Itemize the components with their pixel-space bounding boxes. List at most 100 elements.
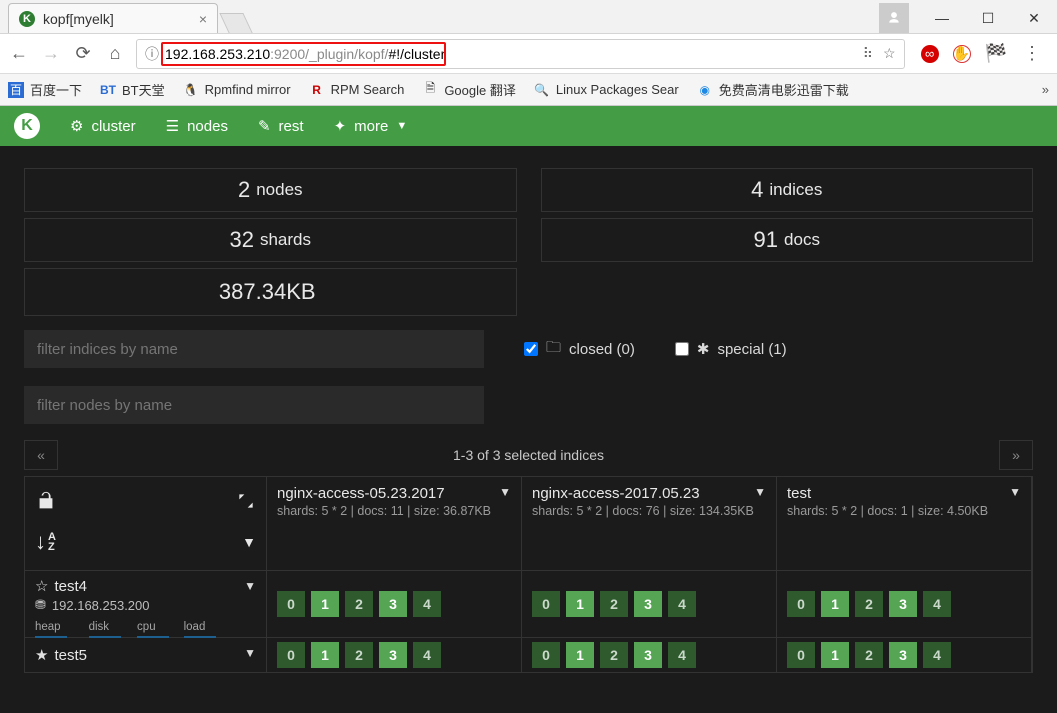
- window-maximize[interactable]: ☐: [965, 3, 1011, 33]
- hdd-icon: ⛃: [35, 597, 46, 613]
- special-checkbox-input[interactable]: [675, 342, 689, 356]
- shard-badge[interactable]: 0: [787, 642, 815, 668]
- shard-badge[interactable]: 2: [855, 642, 883, 668]
- shard-badge[interactable]: 3: [379, 591, 407, 617]
- shard-badge[interactable]: 2: [855, 591, 883, 617]
- chevron-down-icon[interactable]: ▼: [244, 646, 256, 660]
- shard-badge[interactable]: 2: [600, 591, 628, 617]
- nav-home-icon[interactable]: ⌂: [104, 43, 126, 64]
- sort-az-icon[interactable]: ↓AZ: [35, 529, 56, 555]
- metric-heap: heap: [35, 621, 61, 633]
- stat-docs: 91docs: [541, 218, 1034, 262]
- kopf-logo-icon[interactable]: K: [14, 113, 40, 139]
- chevron-down-icon[interactable]: ▼: [244, 579, 256, 593]
- chevron-down-icon: ▼: [396, 120, 407, 132]
- tab-title: kopf[myelk]: [43, 11, 114, 27]
- pager-prev[interactable]: «: [24, 440, 58, 470]
- shard-badge[interactable]: 2: [600, 642, 628, 668]
- pencil-icon: ✎: [258, 117, 271, 135]
- stat-indices: 4indices: [541, 168, 1034, 212]
- shard-badge[interactable]: 4: [413, 642, 441, 668]
- shard-badge[interactable]: 1: [566, 591, 594, 617]
- index-header[interactable]: test shards: 5 * 2 | docs: 1 | size: 4.5…: [777, 477, 1032, 571]
- url-hash: #!/cluster: [388, 46, 445, 62]
- shard-badge[interactable]: 3: [379, 642, 407, 668]
- ext-flag-icon[interactable]: 🏁: [985, 43, 1007, 64]
- nav-rest[interactable]: ✎rest: [258, 117, 304, 135]
- closed-checkbox[interactable]: 🗀closed (0): [524, 337, 635, 362]
- shard-badge[interactable]: 0: [277, 642, 305, 668]
- shard-badge[interactable]: 0: [532, 591, 560, 617]
- nav-forward-icon[interactable]: →: [40, 43, 62, 64]
- pager-next[interactable]: »: [999, 440, 1033, 470]
- shard-badge[interactable]: 1: [821, 642, 849, 668]
- indices-grid: ↓AZ ▼ nginx-access-05.23.2017 shards: 5 …: [24, 476, 1033, 673]
- index-header[interactable]: nginx-access-05.23.2017 shards: 5 * 2 | …: [267, 477, 522, 571]
- nav-cluster[interactable]: ⚙cluster: [70, 117, 136, 135]
- node-cell[interactable]: ★test5 ▼: [25, 638, 267, 672]
- metric-disk: disk: [89, 621, 109, 633]
- shard-badge[interactable]: 3: [889, 642, 917, 668]
- shard-badge[interactable]: 0: [532, 642, 560, 668]
- bookmark-item[interactable]: 🔍Linux Packages Sear: [534, 82, 679, 98]
- nav-more[interactable]: ✦more▼: [334, 117, 408, 135]
- bookmark-item[interactable]: RRPM Search: [309, 82, 405, 98]
- shard-badge[interactable]: 4: [923, 591, 951, 617]
- node-cell[interactable]: ☆test4 ⛃192.168.253.200 ▼ heap disk cpu …: [25, 571, 267, 637]
- shard-badge[interactable]: 2: [345, 642, 373, 668]
- closed-checkbox-input[interactable]: [524, 342, 538, 356]
- shard-badge[interactable]: 3: [634, 642, 662, 668]
- window-minimize[interactable]: —: [919, 3, 965, 33]
- shard-badge[interactable]: 1: [821, 591, 849, 617]
- bookmarks-overflow-icon[interactable]: »: [1042, 82, 1049, 97]
- shard-badge[interactable]: 4: [923, 642, 951, 668]
- shard-cell: 01234: [522, 638, 777, 672]
- shard-badge[interactable]: 1: [311, 591, 339, 617]
- ext-ublock-icon[interactable]: ✋: [953, 45, 971, 63]
- chevron-down-icon[interactable]: ▼: [754, 485, 766, 499]
- user-icon[interactable]: [879, 3, 909, 33]
- shard-badge[interactable]: 0: [787, 591, 815, 617]
- bookmark-item[interactable]: 百百度一下: [8, 80, 82, 99]
- magic-icon: ✦: [334, 117, 347, 135]
- shard-badge[interactable]: 1: [566, 642, 594, 668]
- nav-reload-icon[interactable]: ⟳: [72, 43, 94, 64]
- site-info-icon[interactable]: ⓘ: [145, 44, 159, 64]
- shard-badge[interactable]: 2: [345, 591, 373, 617]
- translate-icon[interactable]: ⠷: [863, 45, 873, 62]
- shard-badge[interactable]: 4: [413, 591, 441, 617]
- shard-badge[interactable]: 0: [277, 591, 305, 617]
- star-outline-icon: ☆: [35, 577, 48, 595]
- new-tab-button[interactable]: [219, 13, 252, 33]
- shard-cell: 01234: [267, 638, 522, 672]
- nav-nodes[interactable]: ☰nodes: [166, 117, 228, 135]
- shard-badge[interactable]: 4: [668, 642, 696, 668]
- shard-badge[interactable]: 4: [668, 591, 696, 617]
- window-close[interactable]: ✕: [1011, 3, 1057, 33]
- browser-tab[interactable]: K kopf[myelk] ×: [8, 3, 218, 33]
- list-icon: ☰: [166, 117, 179, 135]
- filter-indices-input[interactable]: [24, 330, 484, 368]
- index-header[interactable]: nginx-access-2017.05.23 shards: 5 * 2 | …: [522, 477, 777, 571]
- special-checkbox[interactable]: ✱special (1): [675, 340, 787, 358]
- chevron-down-icon[interactable]: ▼: [499, 485, 511, 499]
- nav-back-icon[interactable]: ←: [8, 43, 30, 64]
- bookmark-star-icon[interactable]: ☆: [883, 45, 896, 62]
- filter-nodes-input[interactable]: [24, 386, 484, 424]
- shard-badge[interactable]: 3: [634, 591, 662, 617]
- bookmark-item[interactable]: 🗎Google 翻译: [422, 80, 516, 99]
- bookmark-item[interactable]: BTBT天堂: [100, 80, 165, 99]
- stat-shards: 32shards: [24, 218, 517, 262]
- bookmark-item[interactable]: ◉免费高清电影迅雷下载: [697, 80, 849, 99]
- chevron-down-icon[interactable]: ▼: [1009, 485, 1021, 499]
- shard-badge[interactable]: 3: [889, 591, 917, 617]
- bookmark-item[interactable]: 🐧Rpmfind mirror: [183, 82, 291, 98]
- caret-down-icon[interactable]: ▼: [242, 534, 256, 550]
- chrome-menu-icon[interactable]: ⋮: [1021, 43, 1043, 64]
- shard-badge[interactable]: 1: [311, 642, 339, 668]
- tab-close-icon[interactable]: ×: [199, 11, 207, 27]
- expand-icon[interactable]: [236, 491, 256, 517]
- unlock-icon[interactable]: [35, 490, 57, 518]
- address-bar[interactable]: ⓘ 192.168.253.210:9200/_plugin/kopf/#!/c…: [136, 39, 905, 69]
- ext-infinity-icon[interactable]: ∞: [921, 45, 939, 63]
